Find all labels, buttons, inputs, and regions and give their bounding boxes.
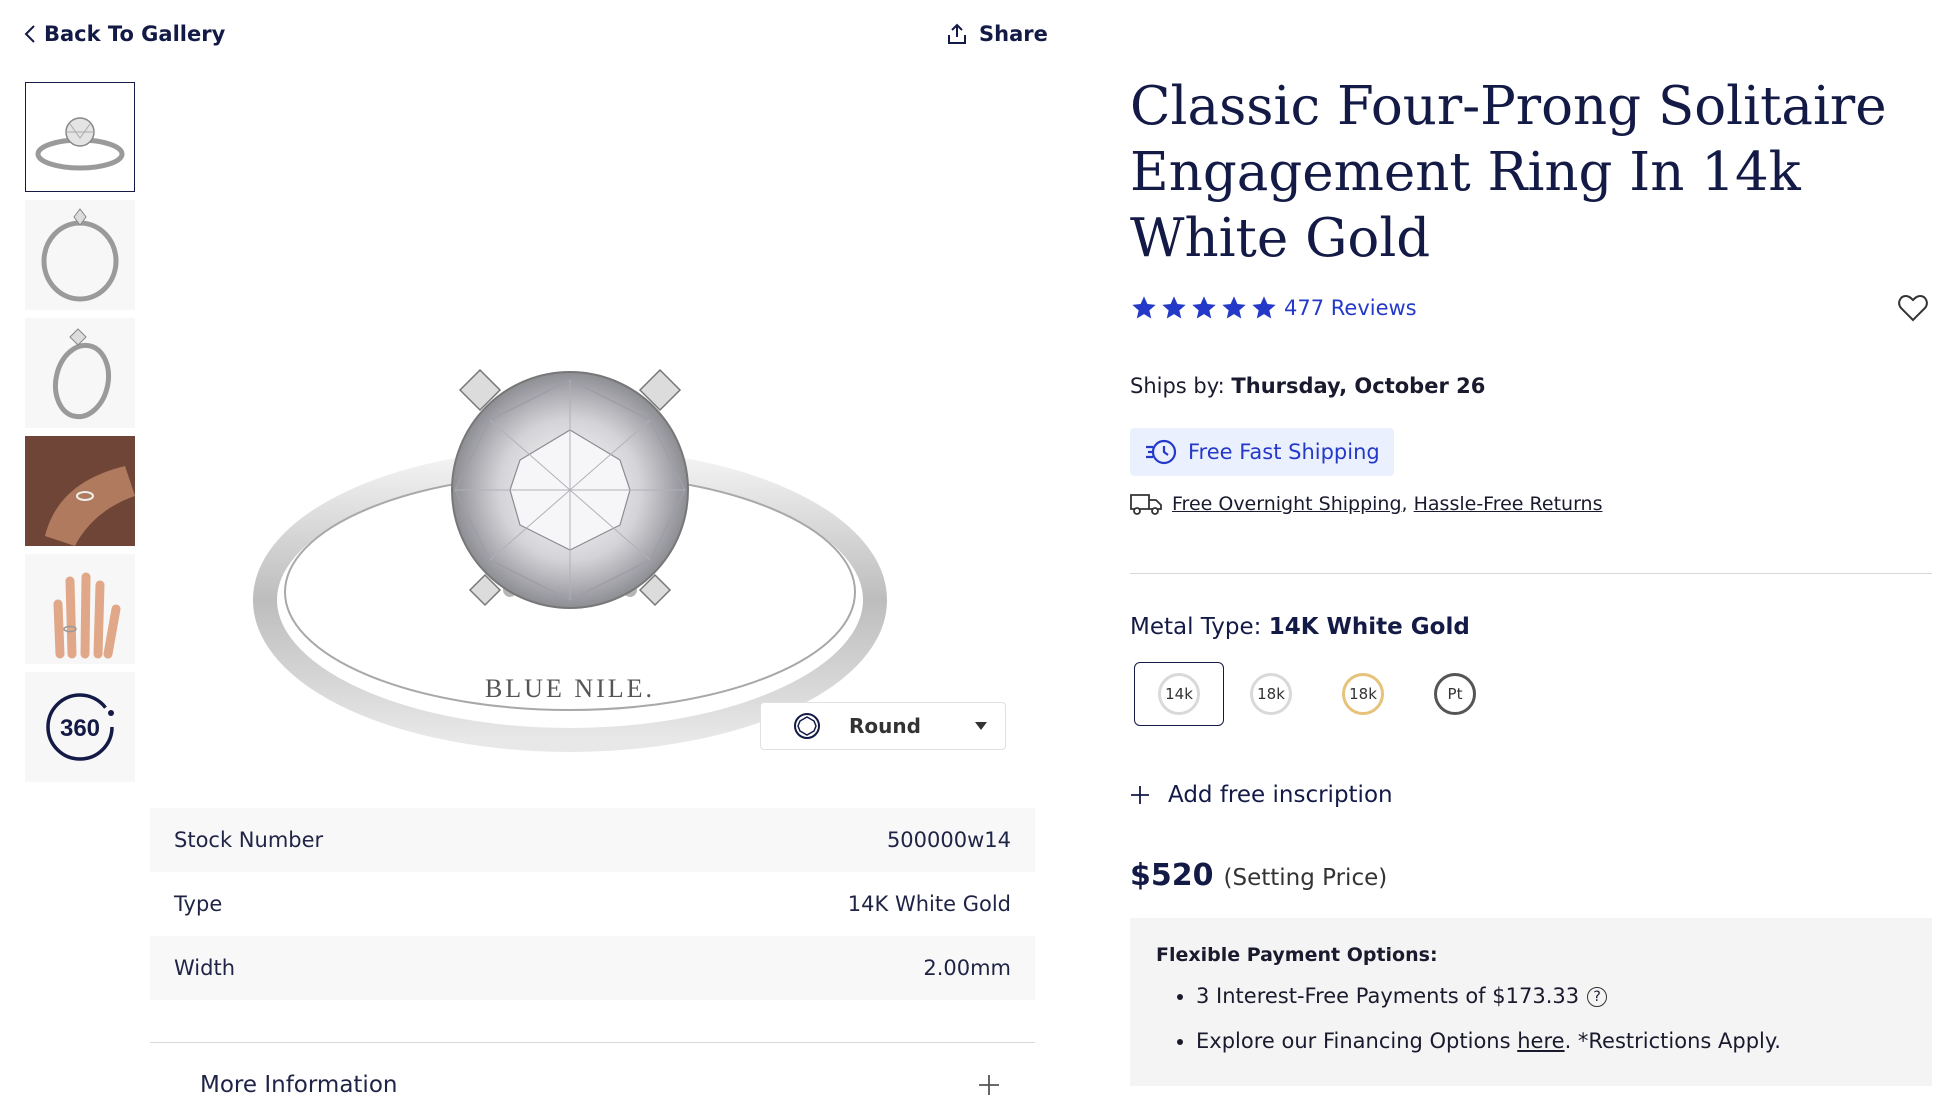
spec-row-width: Width 2.00mm — [150, 936, 1035, 1000]
metal-type-label: Metal Type: — [1130, 614, 1262, 640]
add-inscription-button[interactable]: Add free inscription — [1130, 782, 1393, 808]
spec-table: Stock Number 500000w14 Type 14K White Go… — [150, 808, 1035, 1000]
plus-icon — [979, 1075, 999, 1095]
payment-heading: Flexible Payment Options: — [1156, 944, 1438, 966]
share-icon — [948, 23, 966, 44]
diamond-shape-select[interactable]: Round — [760, 702, 1006, 750]
comma: , — [1401, 493, 1408, 515]
ships-by-date: Thursday, October 26 — [1231, 374, 1486, 398]
plus-icon — [1131, 786, 1149, 804]
back-to-gallery-link[interactable]: Back To Gallery — [24, 22, 225, 46]
shipping-returns: Free Overnight Shipping, Hassle-Free Ret… — [1130, 492, 1602, 516]
star-icon — [1222, 296, 1246, 319]
metal-swatch-platinum[interactable]: Pt — [1410, 662, 1500, 726]
hand-photo-icon — [25, 436, 135, 546]
payment-option: Explore our Financing Options here. *Res… — [1196, 1019, 1906, 1064]
spec-value: 500000w14 — [886, 828, 1011, 852]
share-button[interactable]: Share — [945, 22, 1048, 46]
thumbnail-list: 360 — [25, 82, 137, 790]
price-amount: $520 — [1130, 858, 1214, 893]
heart-icon — [1898, 294, 1928, 322]
star-icon — [1192, 296, 1216, 319]
thumbnail-hand[interactable] — [25, 436, 135, 546]
rotate-360-icon: 360 — [46, 693, 114, 761]
metal-type-value: 14K White Gold — [1268, 614, 1470, 640]
star-icon — [1132, 296, 1156, 319]
swatch-label: 14k — [1158, 673, 1200, 715]
badge-360: 360 — [60, 715, 100, 742]
spec-label: Type — [174, 892, 223, 916]
shape-select-value: Round — [849, 714, 921, 738]
metal-swatch-list: 14k 18k 18k Pt — [1134, 662, 1500, 726]
more-information-toggle[interactable]: More Information — [200, 1072, 1000, 1098]
back-label: Back To Gallery — [44, 22, 226, 46]
price-note: (Setting Price) — [1223, 865, 1388, 891]
product-title: Classic Four-Prong Solitaire Engagement … — [1130, 76, 1887, 269]
fast-shipping-clock-icon — [1146, 439, 1177, 465]
rating: 477 Reviews — [1130, 294, 1417, 322]
help-icon[interactable]: ? — [1587, 987, 1608, 1007]
reviews-link[interactable]: 477 Reviews — [1284, 296, 1417, 320]
star-icon — [1162, 296, 1186, 319]
financing-here-link[interactable]: here — [1517, 1029, 1564, 1053]
hassle-free-returns-link[interactable]: Hassle-Free Returns — [1414, 493, 1603, 515]
payment-option: 3 Interest-Free Payments of $173.33? — [1196, 974, 1906, 1019]
payment-options-list: 3 Interest-Free Payments of $173.33? Exp… — [1156, 974, 1906, 1064]
spec-row-stock: Stock Number 500000w14 — [150, 808, 1035, 872]
metal-swatch-18k-white[interactable]: 18k — [1226, 662, 1316, 726]
restrictions-text: . *Restrictions Apply. — [1564, 1029, 1781, 1053]
round-diamond-icon — [794, 713, 820, 739]
engraving-text: BLUE NILE. — [485, 674, 655, 703]
swatch-label: Pt — [1434, 673, 1476, 715]
section-divider — [150, 1042, 1035, 1043]
star-icon — [1252, 296, 1276, 319]
thumbnail-front[interactable] — [25, 82, 135, 192]
thumbnail-side[interactable] — [25, 200, 135, 310]
metal-swatch-18k-yellow[interactable]: 18k — [1318, 662, 1408, 726]
spec-row-type: Type 14K White Gold — [150, 872, 1035, 936]
truck-icon — [1130, 494, 1162, 515]
caret-down-icon — [975, 722, 987, 730]
spec-value: 14K White Gold — [847, 892, 1011, 916]
more-information-label: More Information — [200, 1072, 398, 1098]
fast-shipping-label: Free Fast Shipping — [1188, 440, 1380, 464]
section-divider — [1130, 573, 1932, 574]
ring-front-icon — [35, 117, 125, 171]
ships-by: Ships by: Thursday, October 26 — [1130, 374, 1485, 398]
financing-text: Explore our Financing Options — [1196, 1029, 1511, 1053]
price: $520 (Setting Price) — [1130, 858, 1387, 893]
spec-label: Stock Number — [174, 828, 324, 852]
free-fast-shipping-badge: Free Fast Shipping — [1130, 428, 1394, 476]
thumbnail-360[interactable]: 360 — [25, 672, 135, 782]
ring-side-icon — [41, 208, 119, 302]
payment-options-box: Flexible Payment Options: 3 Interest-Fre… — [1130, 918, 1932, 1086]
hand-flat-icon — [53, 572, 121, 659]
free-overnight-shipping-link[interactable]: Free Overnight Shipping — [1172, 493, 1402, 515]
thumbnail-hand-flat[interactable] — [25, 554, 135, 664]
add-inscription-label: Add free inscription — [1168, 782, 1393, 808]
wishlist-button[interactable] — [1898, 294, 1928, 326]
ring-angle-icon — [52, 328, 112, 420]
share-label: Share — [979, 22, 1048, 46]
swatch-label: 18k — [1342, 673, 1384, 715]
product-image: BLUE NILE. — [253, 368, 887, 752]
ships-by-label: Ships by: — [1130, 374, 1225, 398]
chevron-left-icon — [24, 25, 35, 43]
thumbnail-angle[interactable] — [25, 318, 135, 428]
metal-type: Metal Type: 14K White Gold — [1130, 614, 1470, 640]
spec-label: Width — [174, 956, 236, 980]
metal-swatch-14k-white[interactable]: 14k — [1134, 662, 1224, 726]
payment-option-text: 3 Interest-Free Payments of $173.33 — [1196, 984, 1580, 1008]
swatch-label: 18k — [1250, 673, 1292, 715]
spec-value: 2.00mm — [923, 956, 1011, 980]
